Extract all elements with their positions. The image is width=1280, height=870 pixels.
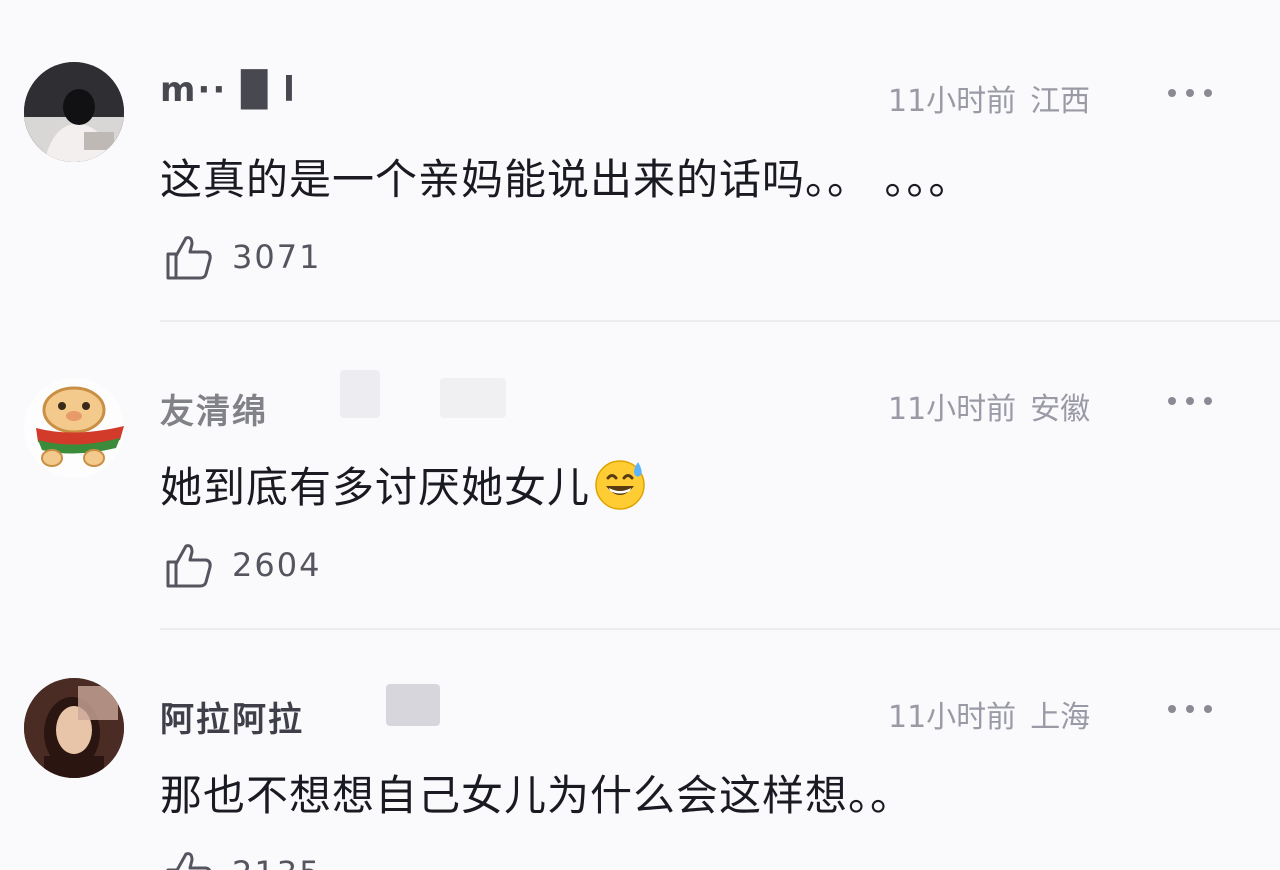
comment-location: 上海 [1030, 700, 1091, 735]
avatar[interactable] [24, 678, 124, 778]
thumbs-up-icon [166, 236, 212, 280]
like-count: 2135 [232, 854, 321, 870]
username[interactable]: 友清绵 [160, 370, 506, 433]
more-dots-icon[interactable] [1168, 702, 1216, 714]
comment-time: 11小时前 [888, 84, 1017, 119]
comment-time: 11小时前 [888, 392, 1017, 427]
comment-text: 那也不想想自己女儿为什么会这样想。。 [160, 771, 914, 820]
thumbs-up-icon [166, 544, 212, 588]
comment-text-row: 她到底有多讨厌她女儿 [160, 454, 646, 515]
username[interactable]: m·· █ l [160, 70, 297, 110]
comment-text: 这真的是一个亲妈能说出来的话吗。。 。。。 [160, 155, 972, 204]
comment-meta: 11小时前 安徽 [888, 384, 1090, 428]
avatar[interactable] [24, 62, 124, 162]
comment-time: 11小时前 [888, 700, 1017, 735]
comment-meta: 11小时前 江西 [888, 76, 1090, 120]
avatar-image [24, 678, 124, 778]
redaction-blur [386, 684, 440, 726]
comment-text: 她到底有多讨厌她女儿 [160, 463, 591, 512]
like-count: 2604 [232, 546, 322, 584]
comment-location: 江西 [1030, 84, 1091, 119]
avatar-image [24, 62, 124, 162]
comment-feed: m·· █ l 11小时前 江西 这真的是一个亲妈能说出来的话吗。。 。。。 30… [0, 0, 1280, 870]
thumbs-up-icon [166, 852, 212, 870]
avatar-image [24, 378, 124, 478]
redaction-blur [440, 378, 506, 418]
more-dots-icon[interactable] [1168, 394, 1216, 406]
more-dots-icon[interactable] [1168, 86, 1216, 98]
username-text: 阿拉阿拉 [160, 700, 304, 740]
divider [160, 628, 1280, 630]
avatar[interactable] [24, 378, 124, 478]
divider [160, 320, 1280, 322]
grinning-sweat-emoji [595, 460, 645, 510]
like-count: 3071 [232, 238, 322, 276]
comment-location: 安徽 [1030, 392, 1091, 427]
comment-meta: 11小时前 上海 [888, 692, 1090, 736]
username-text: 友清绵 [160, 392, 268, 432]
username-text: m·· █ l [160, 70, 297, 110]
redaction-blur [340, 370, 380, 418]
username[interactable]: 阿拉阿拉 [160, 684, 440, 741]
